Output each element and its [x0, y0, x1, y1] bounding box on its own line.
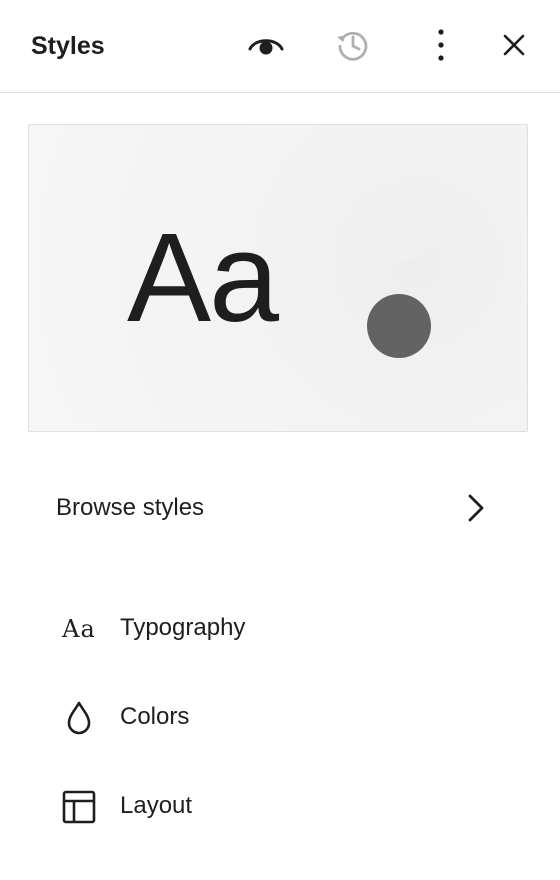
- nav-item-typography[interactable]: Aa Typography: [28, 598, 528, 658]
- layout-icon: [60, 789, 98, 825]
- more-vertical-icon: [438, 29, 444, 61]
- nav-item-label: Colors: [120, 703, 190, 730]
- history-icon: [337, 31, 368, 61]
- preview-sample-text: Aa: [127, 207, 279, 348]
- typography-icon: Aa: [60, 611, 98, 647]
- panel-header: Styles: [0, 0, 560, 93]
- close-icon: [503, 34, 525, 56]
- nav-item-colors[interactable]: Colors: [28, 687, 528, 747]
- browse-styles-button[interactable]: Browse styles: [28, 476, 528, 540]
- chevron-right-icon: [468, 494, 484, 522]
- revisions-button[interactable]: [330, 22, 376, 68]
- panel-title: Styles: [31, 32, 105, 60]
- eye-icon: [248, 39, 284, 55]
- typography-icon-glyph: Aa: [62, 615, 96, 643]
- more-options-button[interactable]: [418, 22, 464, 68]
- nav-item-label: Layout: [120, 792, 193, 819]
- preview-color-swatch-dark: [367, 294, 431, 358]
- preview-color-swatch-light: [367, 198, 431, 262]
- styles-panel: Styles Aa Browse styles Aa Typography Co…: [0, 0, 560, 880]
- nav-item-label: Typography: [120, 614, 246, 641]
- close-button[interactable]: [491, 22, 537, 68]
- style-preview-card[interactable]: Aa: [28, 124, 528, 432]
- nav-item-layout[interactable]: Layout: [28, 776, 528, 836]
- style-book-button[interactable]: [243, 22, 289, 68]
- browse-styles-label: Browse styles: [56, 494, 205, 521]
- droplet-icon: [60, 700, 98, 736]
